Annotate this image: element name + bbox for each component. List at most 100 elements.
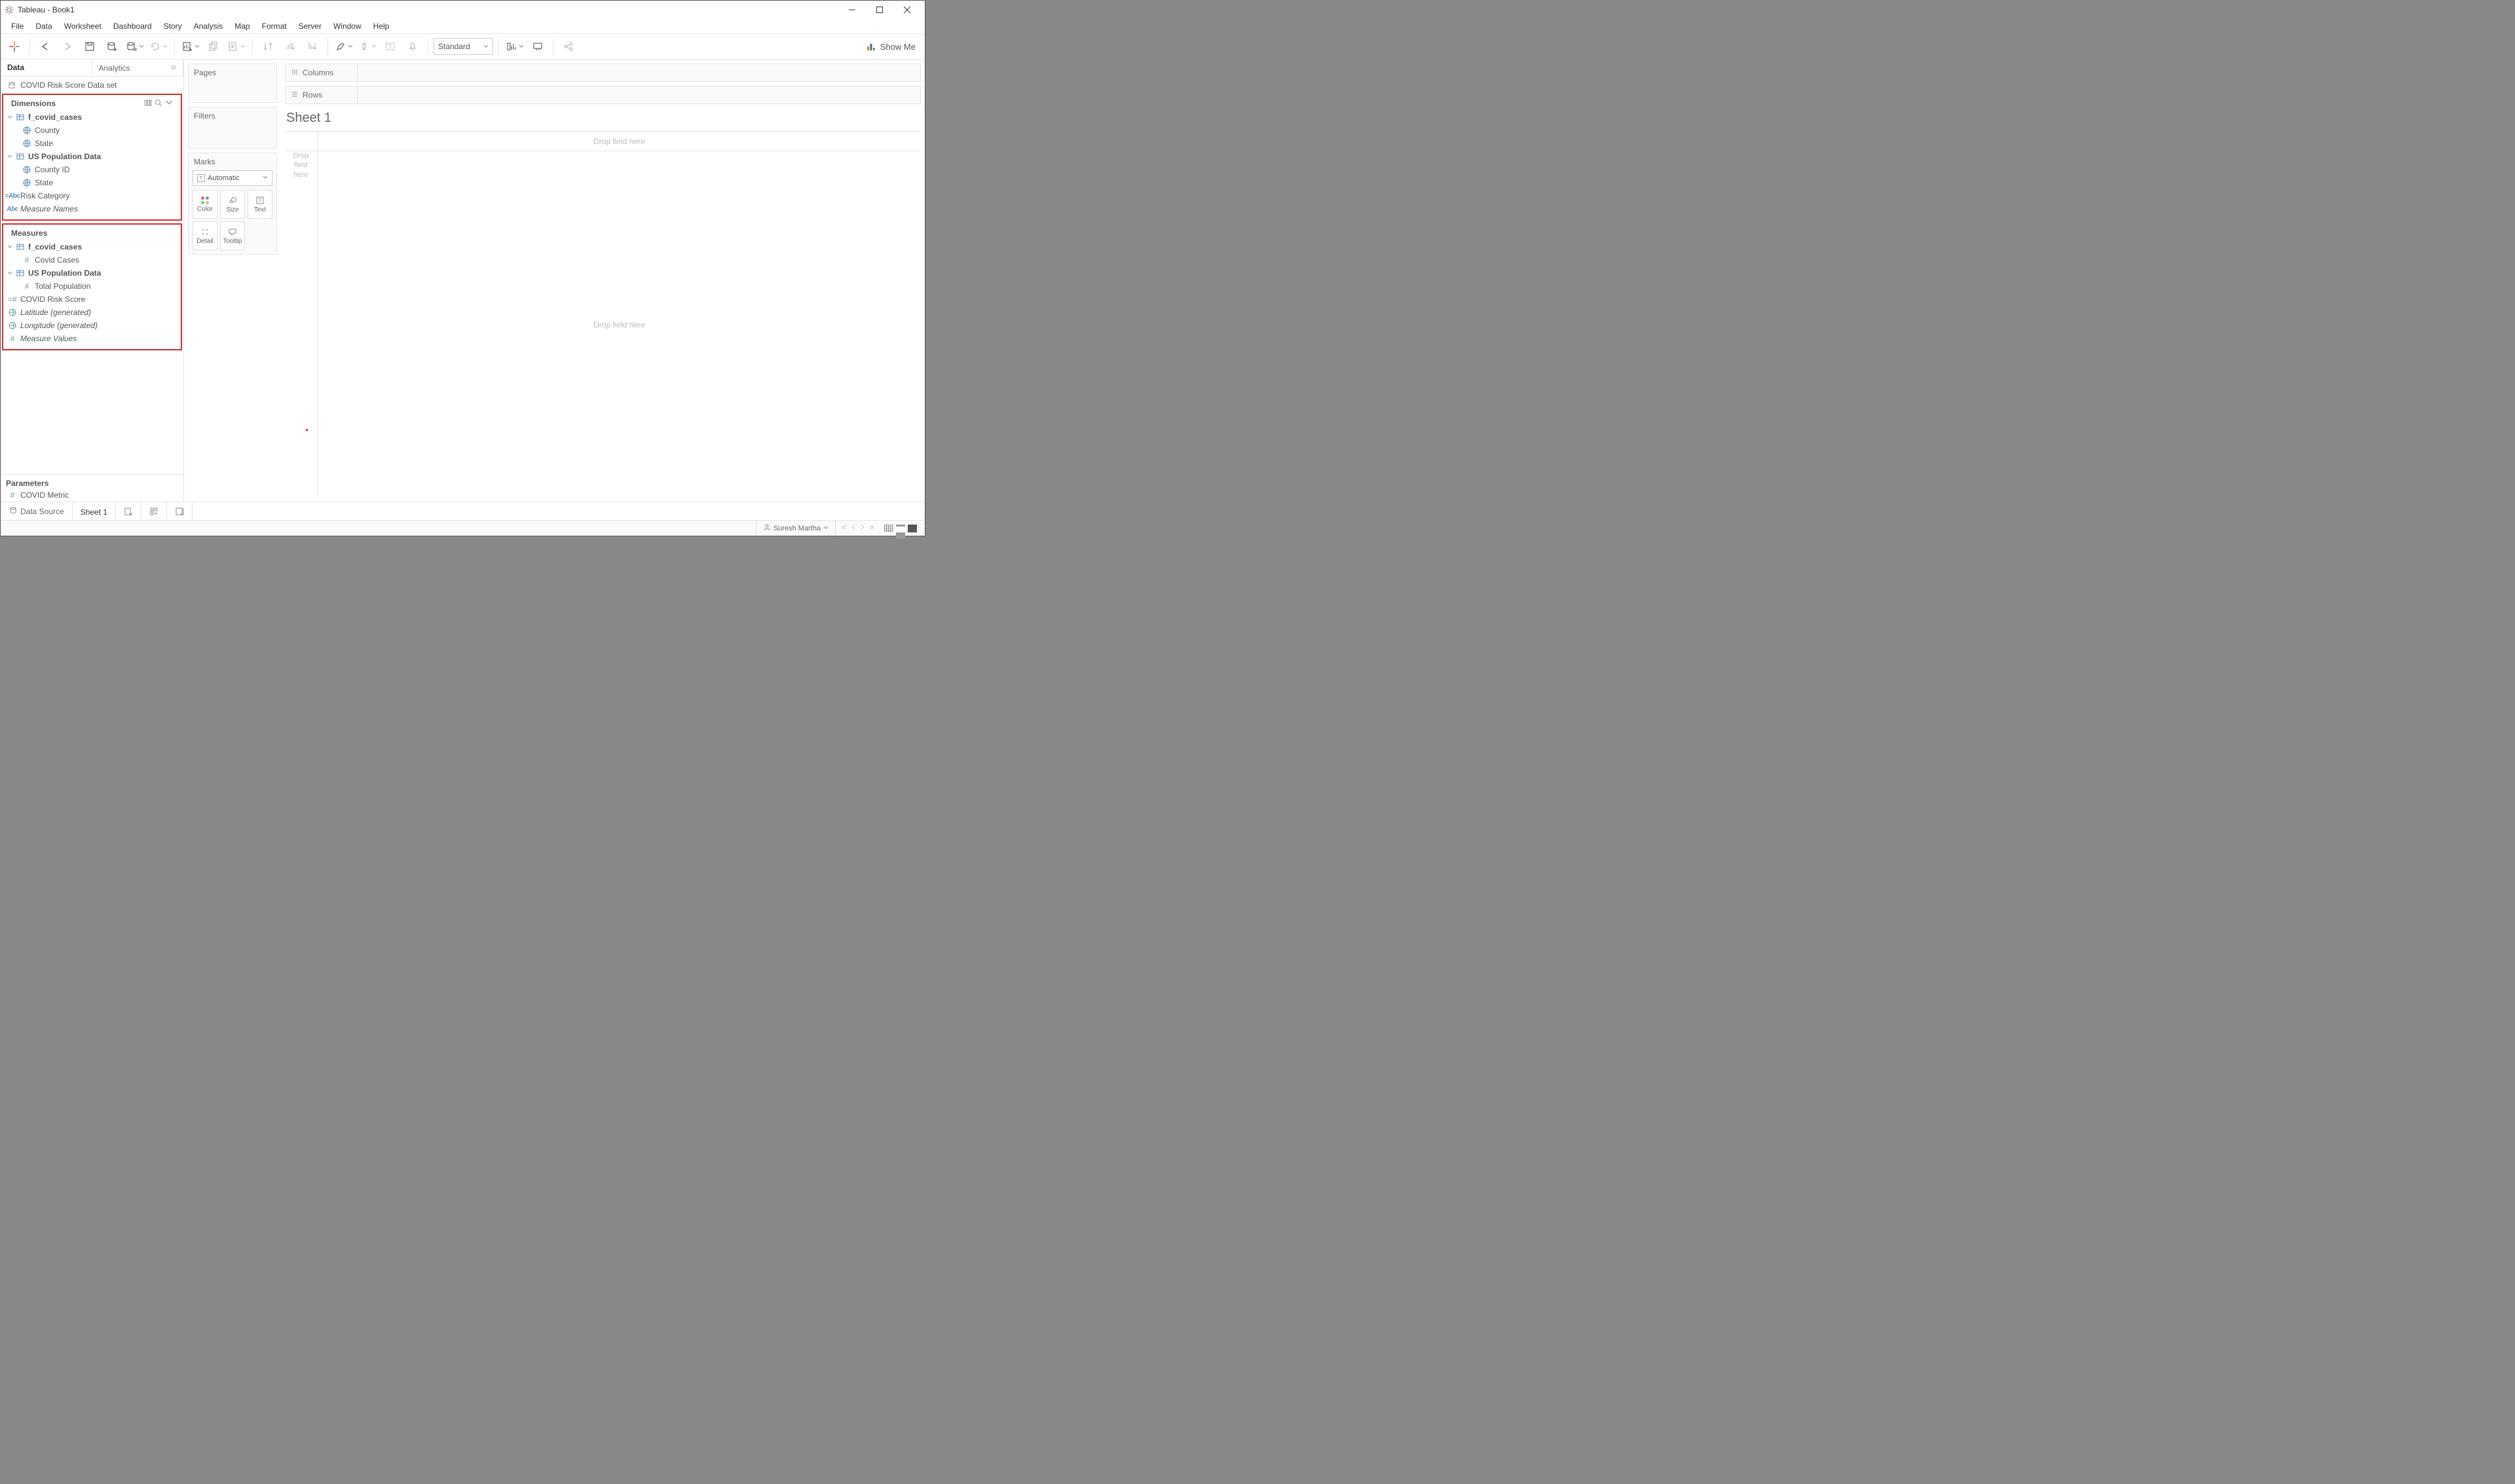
sheet-title[interactable]: Sheet 1 — [281, 108, 921, 131]
chevron-down-icon — [7, 242, 12, 251]
share-button[interactable] — [559, 37, 578, 56]
meas-mvals[interactable]: #Measure Values — [6, 332, 178, 345]
presentation-button[interactable] — [528, 37, 548, 56]
show-me-button[interactable]: Show Me — [861, 41, 921, 52]
number-icon: # — [22, 255, 32, 265]
meas-covidcases[interactable]: #Covid Cases — [6, 253, 178, 267]
meas-table-uspop[interactable]: US Population Data — [6, 267, 178, 280]
clear-button[interactable] — [226, 37, 247, 56]
tab-analytics[interactable]: Analytics⊙ — [92, 60, 184, 76]
menu-help[interactable]: Help — [368, 20, 395, 32]
menu-file[interactable]: File — [6, 20, 29, 32]
new-dashboard-tab[interactable] — [141, 502, 167, 520]
new-story-tab[interactable] — [167, 502, 193, 520]
group-button[interactable] — [357, 37, 378, 56]
nav-first-icon[interactable] — [841, 524, 848, 532]
new-worksheet-button[interactable] — [180, 37, 201, 56]
marks-card: Marks T Automatic Color Size TText Detai… — [188, 153, 277, 255]
menu-server[interactable]: Server — [293, 20, 327, 32]
marks-size-button[interactable]: Size — [220, 190, 245, 219]
view-thumbnails-button[interactable] — [884, 525, 893, 532]
marks-text-button[interactable]: TText — [248, 190, 272, 219]
columns-shelf[interactable]: Columns — [285, 64, 921, 82]
worksheet-canvas: Columns Rows Sheet 1 Drop field here Dro… — [281, 60, 925, 502]
menu-worksheet[interactable]: Worksheet — [59, 20, 107, 32]
tableau-start-icon[interactable] — [5, 37, 24, 56]
swap-button[interactable] — [258, 37, 278, 56]
undo-button[interactable] — [35, 37, 55, 56]
dim-riskcat[interactable]: =AbcRisk Category — [6, 189, 178, 202]
show-cards-button[interactable] — [504, 37, 525, 56]
save-button[interactable] — [80, 37, 100, 56]
tab-datasource[interactable]: Data Source — [1, 502, 73, 520]
marks-color-button[interactable]: Color — [193, 190, 217, 219]
minimize-button[interactable] — [838, 1, 866, 19]
meas-lat[interactable]: Latitude (generated) — [6, 306, 178, 319]
datasource-item[interactable]: COVID Risk Score Data set — [1, 77, 183, 94]
meas-riskscore[interactable]: =#COVID Risk Score — [6, 293, 178, 306]
meas-lon[interactable]: Longitude (generated) — [6, 319, 178, 332]
table-icon — [15, 243, 26, 251]
label-button[interactable]: T — [381, 37, 400, 56]
dim-state2[interactable]: State — [6, 176, 178, 189]
dim-state[interactable]: State — [6, 137, 178, 150]
view-dropzone[interactable]: Drop field here Drop field here Drop fie… — [285, 131, 921, 498]
rows-shelf[interactable]: Rows — [285, 86, 921, 104]
marks-type-dropdown[interactable]: T Automatic — [193, 170, 272, 186]
dim-countyid[interactable]: County ID — [6, 163, 178, 176]
dim-table-fcovid[interactable]: f_covid_cases — [6, 111, 178, 124]
maximize-button[interactable] — [866, 1, 893, 19]
view-sheet-button[interactable] — [908, 525, 917, 532]
nav-last-icon[interactable] — [868, 524, 875, 532]
measures-header: Measures — [6, 226, 178, 240]
refresh-button[interactable] — [148, 37, 169, 56]
menu-window[interactable]: Window — [328, 20, 367, 32]
duplicate-button[interactable] — [204, 37, 223, 56]
sheet-tabs-bar: Data Source Sheet 1 — [1, 502, 925, 520]
pin-icon[interactable]: ⊙ — [171, 64, 176, 71]
sort-desc-button[interactable] — [303, 37, 322, 56]
view-icon[interactable] — [144, 99, 152, 109]
tab-data[interactable]: Data — [1, 60, 92, 76]
new-worksheet-tab[interactable] — [116, 502, 141, 520]
redo-button[interactable] — [58, 37, 77, 56]
menu-map[interactable]: Map — [229, 20, 255, 32]
menu-dashboard[interactable]: Dashboard — [108, 20, 157, 32]
nav-prev-icon[interactable] — [850, 524, 857, 532]
fit-dropdown[interactable]: Standard — [434, 38, 493, 55]
menu-analysis[interactable]: Analysis — [189, 20, 229, 32]
marks-detail-button[interactable]: Detail — [193, 221, 217, 250]
nav-next-icon[interactable] — [859, 524, 866, 532]
menu-data[interactable]: Data — [30, 20, 57, 32]
menu-format[interactable]: Format — [257, 20, 292, 32]
param-covidmetric[interactable]: #COVID Metric — [1, 489, 183, 502]
highlight-button[interactable] — [333, 37, 354, 56]
new-datasource-button[interactable] — [102, 37, 122, 56]
dim-table-uspop[interactable]: US Population Data — [6, 150, 178, 163]
globe-icon — [7, 322, 18, 329]
pause-autoupdate-button[interactable] — [124, 37, 145, 56]
user-menu[interactable]: Suresh Martha — [756, 521, 836, 536]
globe-icon — [22, 126, 32, 134]
sheet-nav — [836, 524, 880, 532]
marks-header: Marks — [189, 153, 276, 170]
view-filmstrip-button[interactable] — [896, 525, 905, 532]
marks-tooltip-button[interactable]: Tooltip — [220, 221, 245, 250]
tab-sheet1[interactable]: Sheet 1 — [73, 502, 116, 520]
sort-asc-button[interactable] — [280, 37, 300, 56]
number-icon: # — [7, 491, 18, 500]
dim-measurenames[interactable]: AbcMeasure Names — [6, 202, 178, 215]
meas-table-fcovid[interactable]: f_covid_cases — [6, 240, 178, 253]
datasource-icon — [7, 81, 16, 90]
menu-story[interactable]: Story — [158, 20, 187, 32]
close-button[interactable] — [893, 1, 921, 19]
search-icon[interactable] — [155, 99, 162, 109]
pin-button[interactable] — [403, 37, 422, 56]
table-icon — [15, 113, 26, 121]
filters-card[interactable]: Filters — [188, 107, 277, 149]
pages-card[interactable]: Pages — [188, 64, 277, 103]
parameters-header: Parameters — [1, 474, 183, 489]
meas-totalpop[interactable]: #Total Population — [6, 280, 178, 293]
menu-caret-icon[interactable] — [165, 99, 173, 109]
dim-county[interactable]: County — [6, 124, 178, 137]
